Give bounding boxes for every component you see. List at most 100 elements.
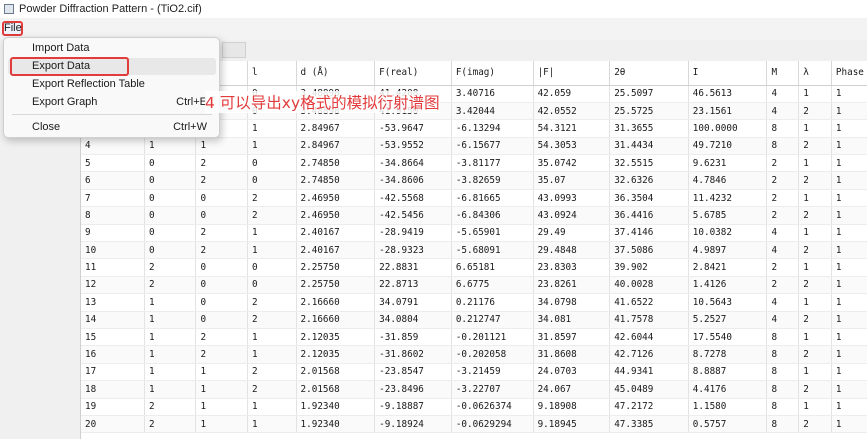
table-cell: 1 [831,137,867,156]
tab-stub[interactable] [222,42,246,58]
table-cell: 46.5613 [688,85,768,103]
file-menu-button[interactable]: File [2,21,23,36]
column-header[interactable]: F(real) [374,61,452,86]
table-row[interactable]: 14 1 0 2 2.16660 34.0804 0.212747 34.081 41.7578… [81,311,867,329]
file-dropdown-menu: Import Data Export Data Export Reflectio… [3,37,220,138]
table-row[interactable]: 4 1 1 1 2.84967 -53.9552 -6.15677 54.3053 31.443… [81,137,867,156]
table-cell: 0.21176 [451,293,534,312]
table-cell: 2 [195,171,248,190]
table-cell: 37.4146 [609,224,689,243]
table-row[interactable]: 11 2 0 0 2.25750 22.8831 6.65181 23.8303 39.902 2… [81,258,867,277]
table-row[interactable]: 10 0 2 1 2.40167 -28.9323 -5.68091 29.4848 37.50… [81,241,867,260]
table-cell: 2.25750 [296,258,376,277]
table-cell: 2.12035 [296,345,376,364]
table-cell: 0 [195,189,248,208]
column-header[interactable]: λ [798,61,832,86]
table-cell: 23.8261 [533,276,611,295]
table-row[interactable]: 5 0 2 0 2.74850 -34.8664 -3.81177 35.0742 32.551… [81,154,867,173]
menu-item-import-data[interactable]: Import Data [8,40,216,57]
table-cell: 1 [144,293,197,312]
table-cell: 1 [247,398,297,416]
table-cell: 4 [766,311,800,329]
table-cell: 1 [144,328,197,347]
table-row[interactable]: 19 2 1 1 1.92340 -9.18887 -0.0626374 9.18908 47.… [81,398,867,416]
table-row[interactable]: 17 1 1 2 2.01568 -23.8547 -3.21459 24.0703 44.93… [81,363,867,382]
table-cell: 1 [798,119,832,138]
table-cell: 43.0924 [533,206,611,225]
table-row[interactable]: 12 2 0 0 2.25750 22.8713 6.6775 23.8261 40.0028 1… [81,276,867,295]
table-cell: 1 [831,380,867,399]
table-cell: 2 [798,276,832,295]
menu-item-export-graph[interactable]: Export Graph Ctrl+E [8,94,216,111]
table-cell: 1 [831,206,867,225]
table-cell: 9.6231 [688,154,768,173]
table-cell: 7 [81,189,145,208]
title-bar: Powder Diffraction Pattern - (TiO2.cif) [0,0,867,18]
table-cell: -0.0626374 [451,398,534,416]
table-row[interactable]: 18 1 1 2 2.01568 -23.8496 -3.22707 24.067 45.048… [81,380,867,399]
table-cell: 1 [798,398,832,416]
menu-item-label: Export Reflection Table [32,78,145,90]
table-cell: 5.6785 [688,206,768,225]
table-cell: 1 [247,345,297,364]
table-row[interactable]: 15 1 2 1 2.12035 -31.859 -0.201121 31.8597 42.60… [81,328,867,347]
table-cell: 0 [144,171,197,190]
table-cell: 0.212747 [451,311,534,329]
table-cell: 2 [766,171,800,190]
menu-item-close[interactable]: Close Ctrl+W [8,119,216,136]
table-cell: 44.9341 [609,363,689,382]
column-header[interactable]: l [247,61,297,86]
table-cell: 40.0028 [609,276,689,295]
table-cell: 2.25750 [296,276,376,295]
table-cell: 3.42044 [451,102,534,121]
table-cell: 1 [831,241,867,260]
table-cell: 8 [766,328,800,347]
table-cell: 2 [247,189,297,208]
table-cell: 2.74850 [296,154,376,173]
column-header[interactable]: Phase [831,61,867,86]
column-header[interactable]: 2θ [609,61,689,86]
column-header[interactable]: |F| [533,61,611,86]
table-cell: 5.2527 [688,311,768,329]
table-cell: 16 [81,345,145,364]
table-cell: 42.059 [533,85,611,103]
table-cell: 2 [144,415,197,434]
table-cell: 4 [766,224,800,243]
menu-item-export-reflection-table[interactable]: Export Reflection Table [8,76,216,93]
table-cell: 5 [81,154,145,173]
table-row[interactable]: 8 0 0 2 2.46950 -42.5456 -6.84306 43.0924 36.441… [81,206,867,225]
table-cell: 45.0489 [609,380,689,399]
table-cell: 1 [144,380,197,399]
table-row[interactable]: 13 1 0 2 2.16660 34.0791 0.21176 34.0798 41.6522… [81,293,867,312]
table-row[interactable]: 6 0 2 0 2.74850 -34.8606 -3.82659 35.07 32.6326 4… [81,171,867,190]
table-cell: 18 [81,380,145,399]
table-cell: 20 [81,415,145,434]
table-cell: -9.18887 [374,398,452,416]
table-cell: -3.22707 [451,380,534,399]
table-cell: -34.8664 [374,154,452,173]
table-cell: -0.0629294 [451,415,534,434]
table-cell: 0 [247,276,297,295]
table-cell: 4.9897 [688,241,768,260]
table-cell: 41.7578 [609,311,689,329]
table-cell: 1 [195,415,248,434]
table-cell: 8 [766,345,800,364]
table-cell: 2.46950 [296,189,376,208]
table-cell: -53.9647 [374,119,452,138]
table-cell: 1 [798,328,832,347]
table-cell: 2 [798,206,832,225]
table-row[interactable]: 20 2 1 1 1.92340 -9.18924 -0.0629294 9.18945 47.… [81,415,867,434]
table-cell: 6 [81,171,145,190]
column-header[interactable]: I [688,61,768,86]
table-row[interactable]: 7 0 0 2 2.46950 -42.5568 -6.81665 43.0993 36.350… [81,189,867,208]
column-header[interactable]: F(imag) [451,61,534,86]
menu-item-label: Close [32,121,61,133]
table-cell: 2 [798,345,832,364]
table-cell: -6.84306 [451,206,534,225]
table-row[interactable]: 16 1 2 1 2.12035 -31.8602 -0.202058 31.8608 42.7… [81,345,867,364]
table-cell: 24.0703 [533,363,611,382]
column-header[interactable]: d (Å) [296,61,376,86]
column-header[interactable]: M [766,61,800,86]
table-row[interactable]: 9 0 2 1 2.40167 -28.9419 -5.65901 29.49 37.4146 1… [81,224,867,243]
table-cell: 8 [81,206,145,225]
